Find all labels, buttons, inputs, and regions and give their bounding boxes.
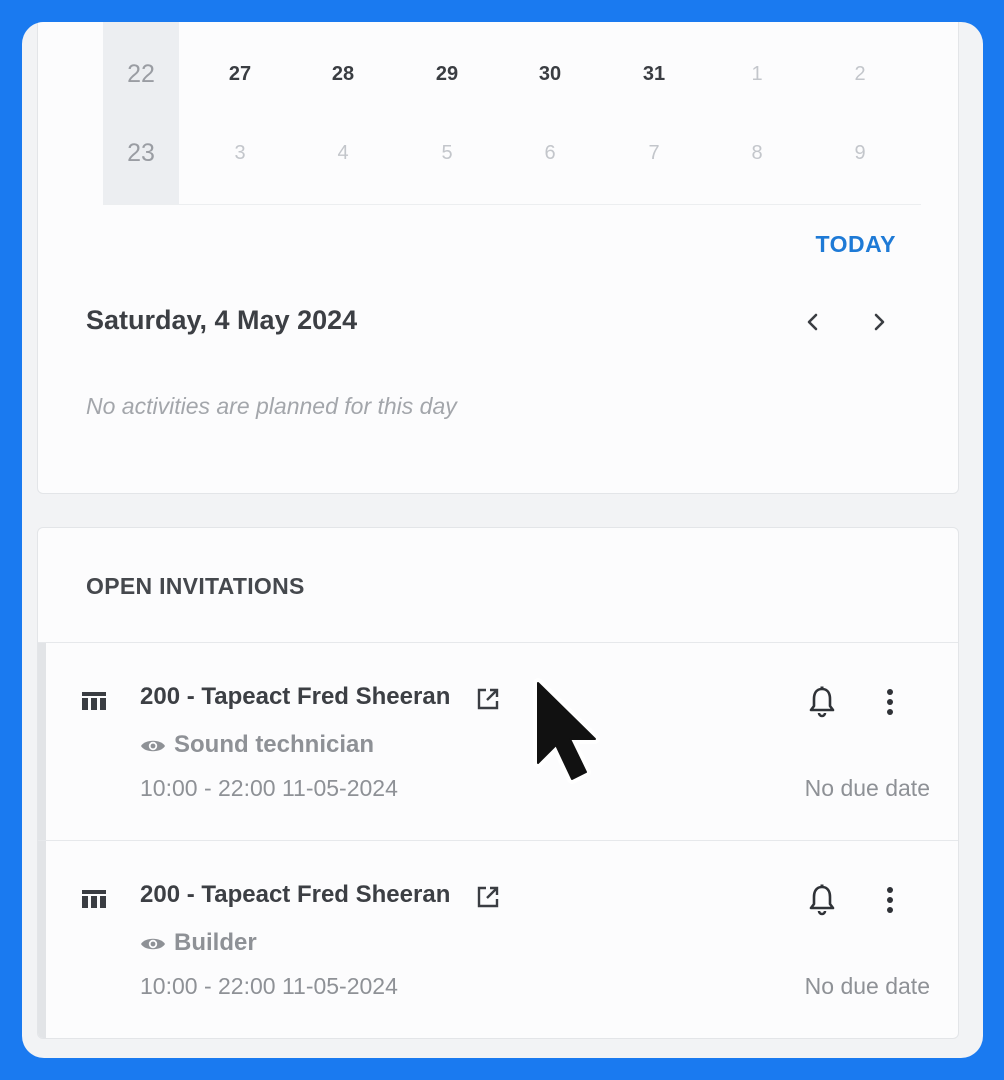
chevron-left-icon xyxy=(807,313,818,331)
calendar-day[interactable]: 5 xyxy=(417,133,477,173)
invitation-time: 10:00 - 22:00 11-05-2024 xyxy=(140,775,398,801)
week-number: 22 xyxy=(127,60,155,88)
calendar-day[interactable]: 28 xyxy=(313,54,373,94)
role-label: Sound technician xyxy=(174,731,375,758)
invitation-time: 10:00 - 22:00 11-05-2024 xyxy=(140,973,398,999)
week-number: 23 xyxy=(127,139,155,167)
more-vertical-icon[interactable] xyxy=(878,685,902,719)
calendar-day[interactable]: 9 xyxy=(830,133,890,173)
invitation-item[interactable]: 200 - Tapeact Fred Sheeran Sound technic… xyxy=(38,643,958,840)
calendar-day[interactable]: 4 xyxy=(313,133,373,173)
previous-day-button[interactable] xyxy=(798,307,828,337)
calendar-day[interactable]: 8 xyxy=(727,133,787,173)
calendar-day[interactable]: 2 xyxy=(830,54,890,94)
external-link-icon[interactable] xyxy=(474,883,502,911)
due-date: No due date xyxy=(804,973,930,999)
calendar-divider xyxy=(103,204,921,205)
calendar-day[interactable]: 30 xyxy=(520,54,580,94)
open-invitations-card: OPEN INVITATIONS 200 - Tapeact Fred Shee… xyxy=(37,527,959,1039)
invitation-role: Sound technician xyxy=(140,731,374,759)
item-accent-bar xyxy=(38,841,46,1038)
invitation-item[interactable]: 200 - Tapeact Fred Sheeran Builder 10:00… xyxy=(38,841,958,1038)
eye-icon xyxy=(141,740,165,752)
eye-icon xyxy=(141,938,165,950)
bell-icon[interactable] xyxy=(806,883,838,917)
calendar-day[interactable]: 1 xyxy=(727,54,787,94)
week-number-column xyxy=(103,22,179,204)
table-icon xyxy=(82,890,106,908)
calendar-day[interactable]: 6 xyxy=(520,133,580,173)
selected-date-title: Saturday, 4 May 2024 xyxy=(86,305,358,335)
table-icon xyxy=(82,692,106,710)
item-accent-bar xyxy=(38,643,46,840)
next-day-button[interactable] xyxy=(864,307,894,337)
more-vertical-icon[interactable] xyxy=(878,883,902,917)
empty-day-message: No activities are planned for this day xyxy=(86,393,457,419)
calendar-day[interactable]: 27 xyxy=(210,54,270,94)
calendar-day[interactable]: 29 xyxy=(417,54,477,94)
calendar-day[interactable]: 3 xyxy=(210,133,270,173)
calendar-day[interactable]: 7 xyxy=(624,133,684,173)
app-frame: 22 27 28 29 30 31 1 2 23 3 4 5 6 7 8 9 T… xyxy=(22,22,983,1058)
invitation-role: Builder xyxy=(140,929,257,957)
role-label: Builder xyxy=(174,929,257,956)
calendar-week-row: 22 27 28 29 30 31 1 2 xyxy=(38,54,960,94)
invitation-title[interactable]: 200 - Tapeact Fred Sheeran xyxy=(140,683,450,711)
external-link-icon[interactable] xyxy=(474,685,502,713)
calendar-day[interactable]: 31 xyxy=(624,54,684,94)
today-button[interactable]: TODAY xyxy=(816,231,896,258)
chevron-right-icon xyxy=(874,313,885,331)
calendar-week-row: 23 3 4 5 6 7 8 9 xyxy=(38,133,960,173)
invitation-title[interactable]: 200 - Tapeact Fred Sheeran xyxy=(140,881,450,909)
bell-icon[interactable] xyxy=(806,685,838,719)
section-title: OPEN INVITATIONS xyxy=(86,573,305,599)
mouse-pointer-icon xyxy=(533,678,600,784)
calendar-card: 22 27 28 29 30 31 1 2 23 3 4 5 6 7 8 9 T… xyxy=(37,22,959,494)
due-date: No due date xyxy=(804,775,930,801)
